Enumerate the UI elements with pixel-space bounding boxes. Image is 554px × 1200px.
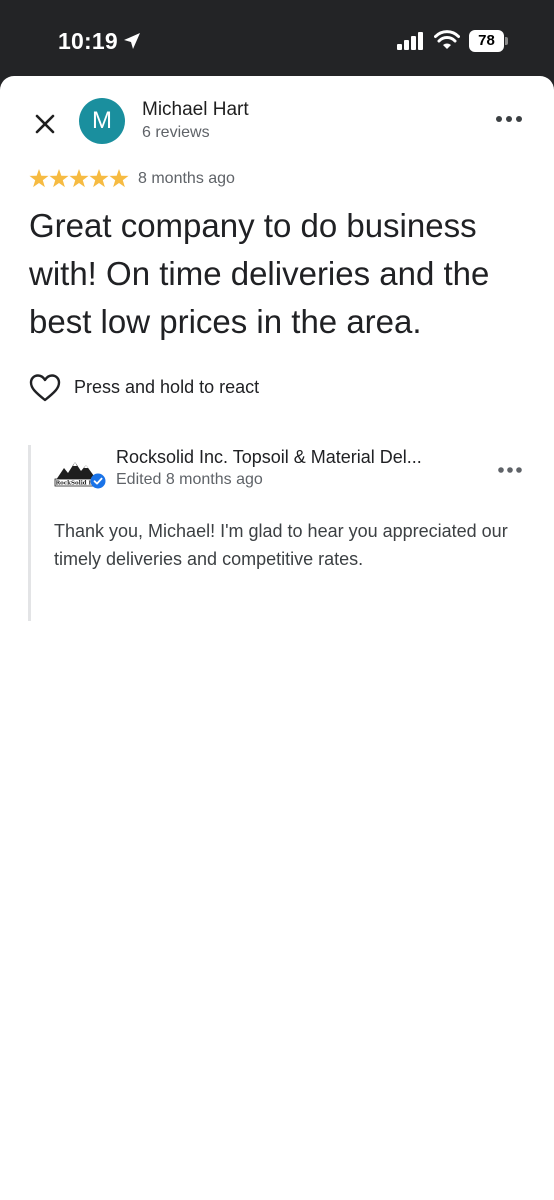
- star-icon: [49, 169, 69, 188]
- star-icon: [109, 169, 129, 188]
- cellular-signal-icon: [397, 32, 423, 50]
- close-icon[interactable]: [30, 109, 60, 139]
- battery-cap: [505, 37, 508, 45]
- star-icon: [29, 169, 49, 188]
- star-icon: [69, 169, 89, 188]
- star-rating: [29, 169, 129, 188]
- status-bar: 10:19 78: [0, 0, 554, 76]
- review-text: Great company to do business with! On ti…: [29, 207, 490, 340]
- verified-badge-icon: [90, 473, 106, 489]
- owner-more-options-icon[interactable]: [497, 464, 523, 476]
- status-time: 10:19: [58, 28, 118, 54]
- location-arrow-icon: [124, 33, 140, 49]
- battery-icon: 78: [469, 30, 508, 52]
- avatar[interactable]: M: [79, 98, 125, 144]
- reviewer-name[interactable]: Michael Hart: [142, 99, 249, 121]
- owner-edited-time: Edited 8 months ago: [116, 471, 263, 488]
- wifi-icon: [434, 30, 460, 49]
- battery-level: 78: [469, 30, 504, 52]
- react-label: Press and hold to react: [74, 377, 260, 397]
- react-button[interactable]: Press and hold to react: [29, 373, 329, 403]
- reviewer-review-count: 6 reviews: [142, 124, 210, 141]
- business-name[interactable]: Rocksolid Inc. Topsoil & Material Del...: [116, 447, 486, 468]
- review-time: 8 months ago: [138, 170, 235, 187]
- owner-response: RockSolid Inc. Rocksolid Inc. Topsoil & …: [28, 445, 528, 621]
- more-options-icon[interactable]: [495, 112, 523, 126]
- heart-icon: [29, 374, 61, 402]
- review-sheet: M Michael Hart 6 reviews 8 months ago Gr…: [0, 76, 554, 1200]
- owner-reply-text: Thank you, Michael! I'm glad to hear you…: [54, 521, 508, 569]
- star-icon: [89, 169, 109, 188]
